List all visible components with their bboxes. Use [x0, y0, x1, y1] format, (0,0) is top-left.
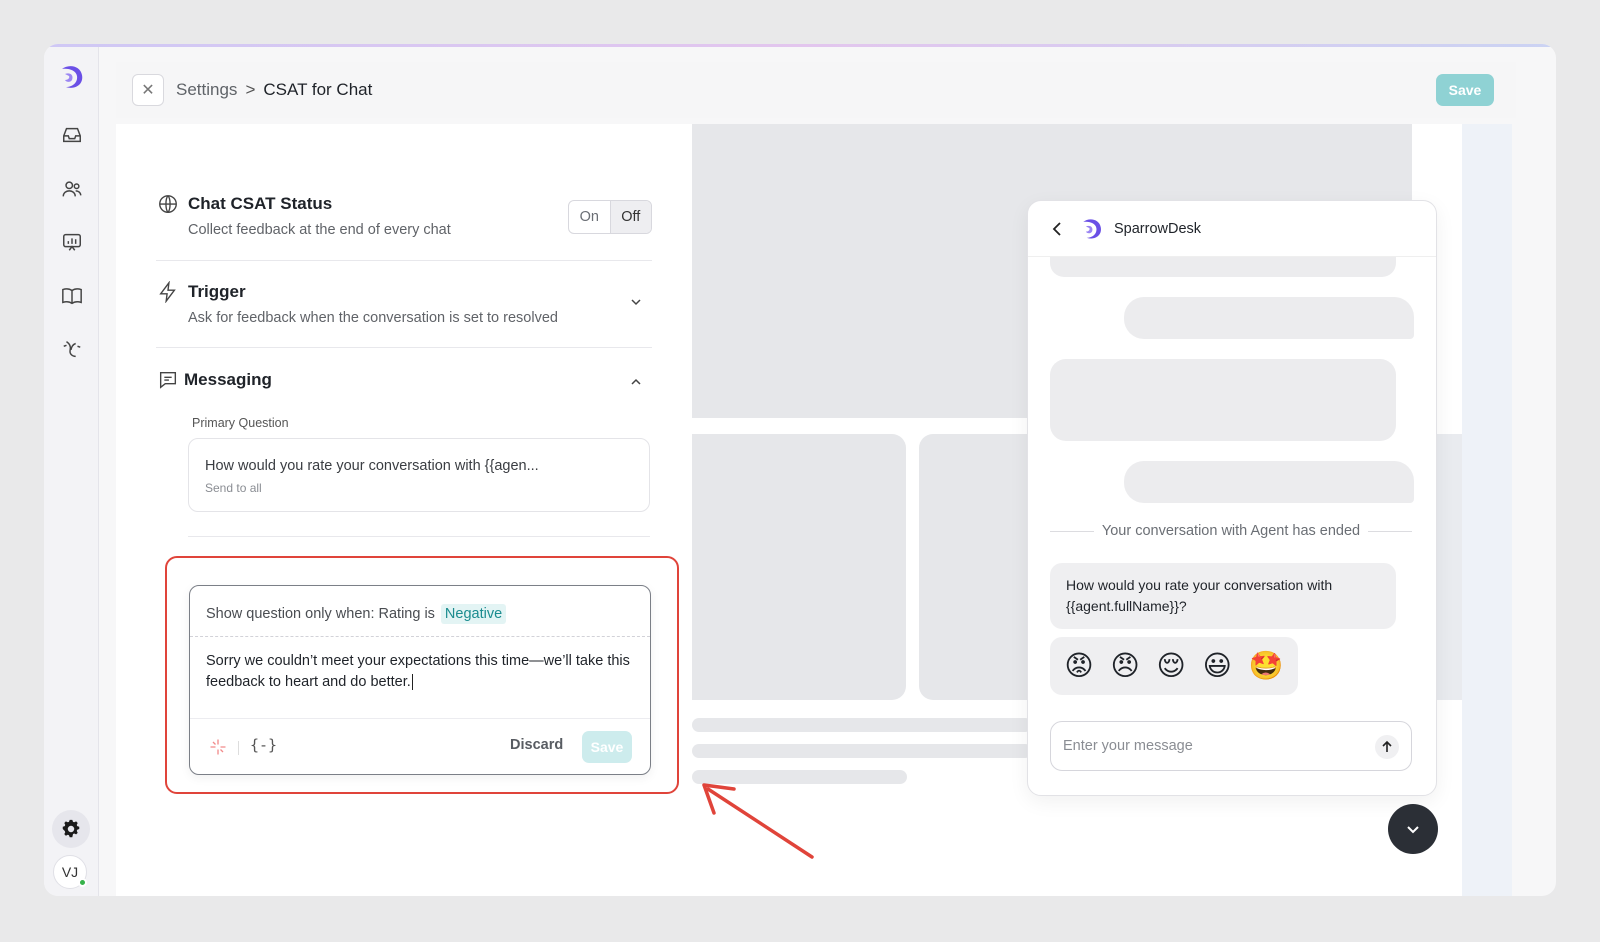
- reports-icon[interactable]: [58, 228, 86, 256]
- chevron-down-icon: [1407, 826, 1419, 834]
- toggle-off[interactable]: Off: [609, 201, 651, 233]
- rating-emoji-row: 😡 😠 😌 😃 🤩: [1050, 637, 1298, 695]
- rating-starstruck-emoji[interactable]: 🤩: [1249, 652, 1284, 680]
- widget-brand-name: SparrowDesk: [1114, 221, 1202, 237]
- rating-angry-emoji[interactable]: 😡: [1064, 652, 1093, 680]
- sparrowdesk-logo-icon: [1078, 215, 1106, 243]
- ai-sparkle-icon[interactable]: [208, 737, 228, 757]
- rating-neutral-emoji[interactable]: 😌: [1157, 652, 1186, 680]
- breadcrumb: Settings > CSAT for Chat: [176, 80, 372, 100]
- primary-question-audience: Send to all: [205, 481, 262, 495]
- followup-message-textarea[interactable]: Sorry we couldn’t meet your expectations…: [206, 651, 638, 693]
- discard-button[interactable]: Discard: [510, 737, 563, 753]
- breadcrumb-settings[interactable]: Settings: [176, 80, 237, 100]
- insert-variable-icon[interactable]: {-}: [250, 736, 277, 754]
- divider: [156, 347, 652, 348]
- rating-negative-tag[interactable]: Negative: [440, 604, 507, 624]
- rating-annoyed-emoji[interactable]: 😠: [1110, 652, 1139, 680]
- page-header: ✕ Settings > CSAT for Chat: [116, 62, 1516, 118]
- toggle-on[interactable]: On: [569, 201, 610, 233]
- primary-question-card[interactable]: How would you rate your conversation wit…: [188, 438, 650, 512]
- settings-panel: Chat CSAT Status Collect feedback at the…: [116, 124, 692, 896]
- primary-question-text: How would you rate your conversation wit…: [205, 458, 539, 474]
- editor-footer: {-} Discard Save: [190, 718, 650, 774]
- back-arrow-icon[interactable]: [1048, 219, 1068, 239]
- widget-launcher-button[interactable]: [1388, 804, 1438, 854]
- followup-message-text: Sorry we couldn’t meet your expectations…: [206, 653, 630, 690]
- conversation-ended-divider: Your conversation with Agent has ended: [1050, 523, 1413, 539]
- message-placeholder: [1050, 359, 1396, 441]
- automation-icon[interactable]: [58, 335, 86, 363]
- conversation-ended-text: Your conversation with Agent has ended: [1101, 523, 1361, 539]
- dashed-divider: [190, 636, 650, 637]
- chat-widget-preview: SparrowDesk Your conversation with Agent…: [1027, 200, 1437, 796]
- divider-line: [1368, 530, 1413, 532]
- csat-status-title: Chat CSAT Status: [188, 194, 333, 213]
- header-save-button[interactable]: Save: [1436, 74, 1494, 106]
- trigger-title: Trigger: [188, 282, 246, 301]
- user-avatar[interactable]: VJ: [53, 855, 87, 889]
- editor-save-button[interactable]: Save: [582, 731, 632, 763]
- divider: [188, 536, 650, 537]
- online-status-dot: [78, 878, 87, 887]
- placeholder-card: [692, 434, 906, 700]
- knowledge-base-icon[interactable]: [58, 282, 86, 310]
- followup-question-editor[interactable]: Show question only when: Rating is Negat…: [189, 585, 651, 775]
- chevron-down-icon[interactable]: [628, 294, 644, 310]
- text-caret: [411, 674, 413, 691]
- trigger-section[interactable]: Trigger Ask for feedback when the conver…: [156, 280, 652, 330]
- divider-line: [1050, 530, 1094, 532]
- message-icon: [156, 368, 180, 392]
- breadcrumb-separator: >: [245, 80, 256, 99]
- csat-status-section: Chat CSAT Status Collect feedback at the…: [156, 192, 652, 242]
- close-button[interactable]: ✕: [132, 74, 164, 106]
- message-placeholder: [1124, 297, 1414, 339]
- widget-header: SparrowDesk: [1028, 201, 1436, 257]
- csat-status-description: Collect feedback at the end of every cha…: [188, 222, 451, 238]
- send-arrow-icon[interactable]: [1375, 735, 1399, 759]
- divider: [156, 260, 652, 261]
- message-placeholder: [1124, 461, 1414, 503]
- placeholder-line: [692, 718, 1032, 732]
- top-accent-line: [44, 44, 1556, 47]
- trigger-description: Ask for feedback when the conversation i…: [188, 310, 558, 326]
- placeholder-line: [692, 744, 1032, 758]
- contacts-icon[interactable]: [58, 175, 86, 203]
- sparrowdesk-logo-icon[interactable]: [56, 61, 88, 93]
- condition-label: Show question only when: Rating is: [206, 606, 435, 622]
- chevron-up-icon[interactable]: [628, 374, 644, 390]
- csat-status-toggle[interactable]: On Off: [568, 200, 652, 234]
- page-title: CSAT for Chat: [263, 80, 373, 99]
- condition-row: Show question only when: Rating is Negat…: [206, 604, 507, 624]
- close-icon: ✕: [141, 82, 155, 99]
- message-placeholder: [1050, 257, 1396, 277]
- right-gutter: [1462, 124, 1512, 896]
- inbox-icon[interactable]: [58, 121, 86, 149]
- toolbar-separator: [238, 741, 239, 755]
- messaging-section[interactable]: Messaging: [156, 368, 652, 398]
- message-input-box[interactable]: [1050, 721, 1412, 771]
- avatar-initials: VJ: [61, 864, 79, 880]
- lightning-icon: [156, 280, 180, 304]
- globe-icon: [156, 192, 180, 216]
- rating-happy-emoji[interactable]: 😃: [1203, 652, 1232, 680]
- settings-gear-icon[interactable]: [52, 810, 90, 848]
- primary-question-label: Primary Question: [192, 416, 289, 430]
- annotation-arrow-icon: [702, 783, 814, 859]
- csat-question-bubble: How would you rate your conversation wit…: [1050, 563, 1396, 629]
- messaging-title: Messaging: [184, 370, 272, 389]
- sidebar: VJ: [44, 47, 99, 896]
- message-input[interactable]: [1063, 734, 1353, 758]
